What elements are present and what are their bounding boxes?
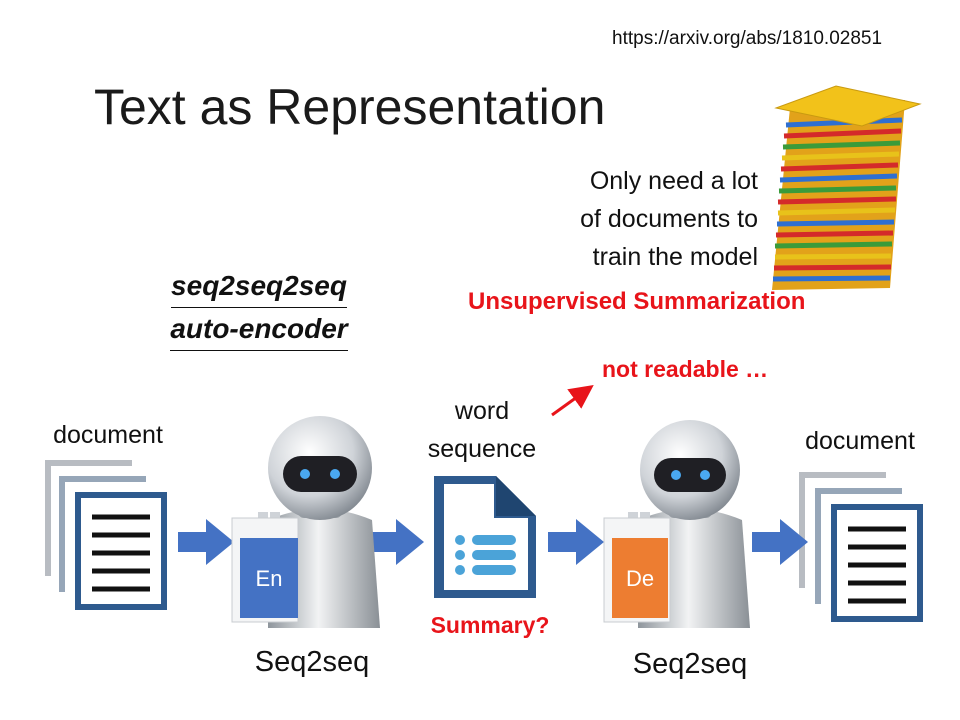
encoder-chip-label: En bbox=[256, 566, 283, 591]
word-sequence-icon bbox=[434, 476, 536, 598]
diagram-canvas: En De bbox=[45, 85, 923, 628]
robot-encoder-icon: En bbox=[231, 416, 380, 628]
decoder-chip-label: De bbox=[626, 566, 654, 591]
output-document-stack-icon bbox=[799, 472, 923, 622]
red-arrow bbox=[551, 384, 594, 417]
arrow-doc-to-encoder bbox=[178, 519, 234, 565]
paper-stack-icon bbox=[772, 85, 922, 290]
input-document-stack-icon bbox=[45, 460, 167, 610]
arrow-words-to-decoder bbox=[548, 519, 604, 565]
arrow-encoder-to-words bbox=[368, 519, 424, 565]
robot-decoder-icon: De bbox=[603, 420, 750, 628]
